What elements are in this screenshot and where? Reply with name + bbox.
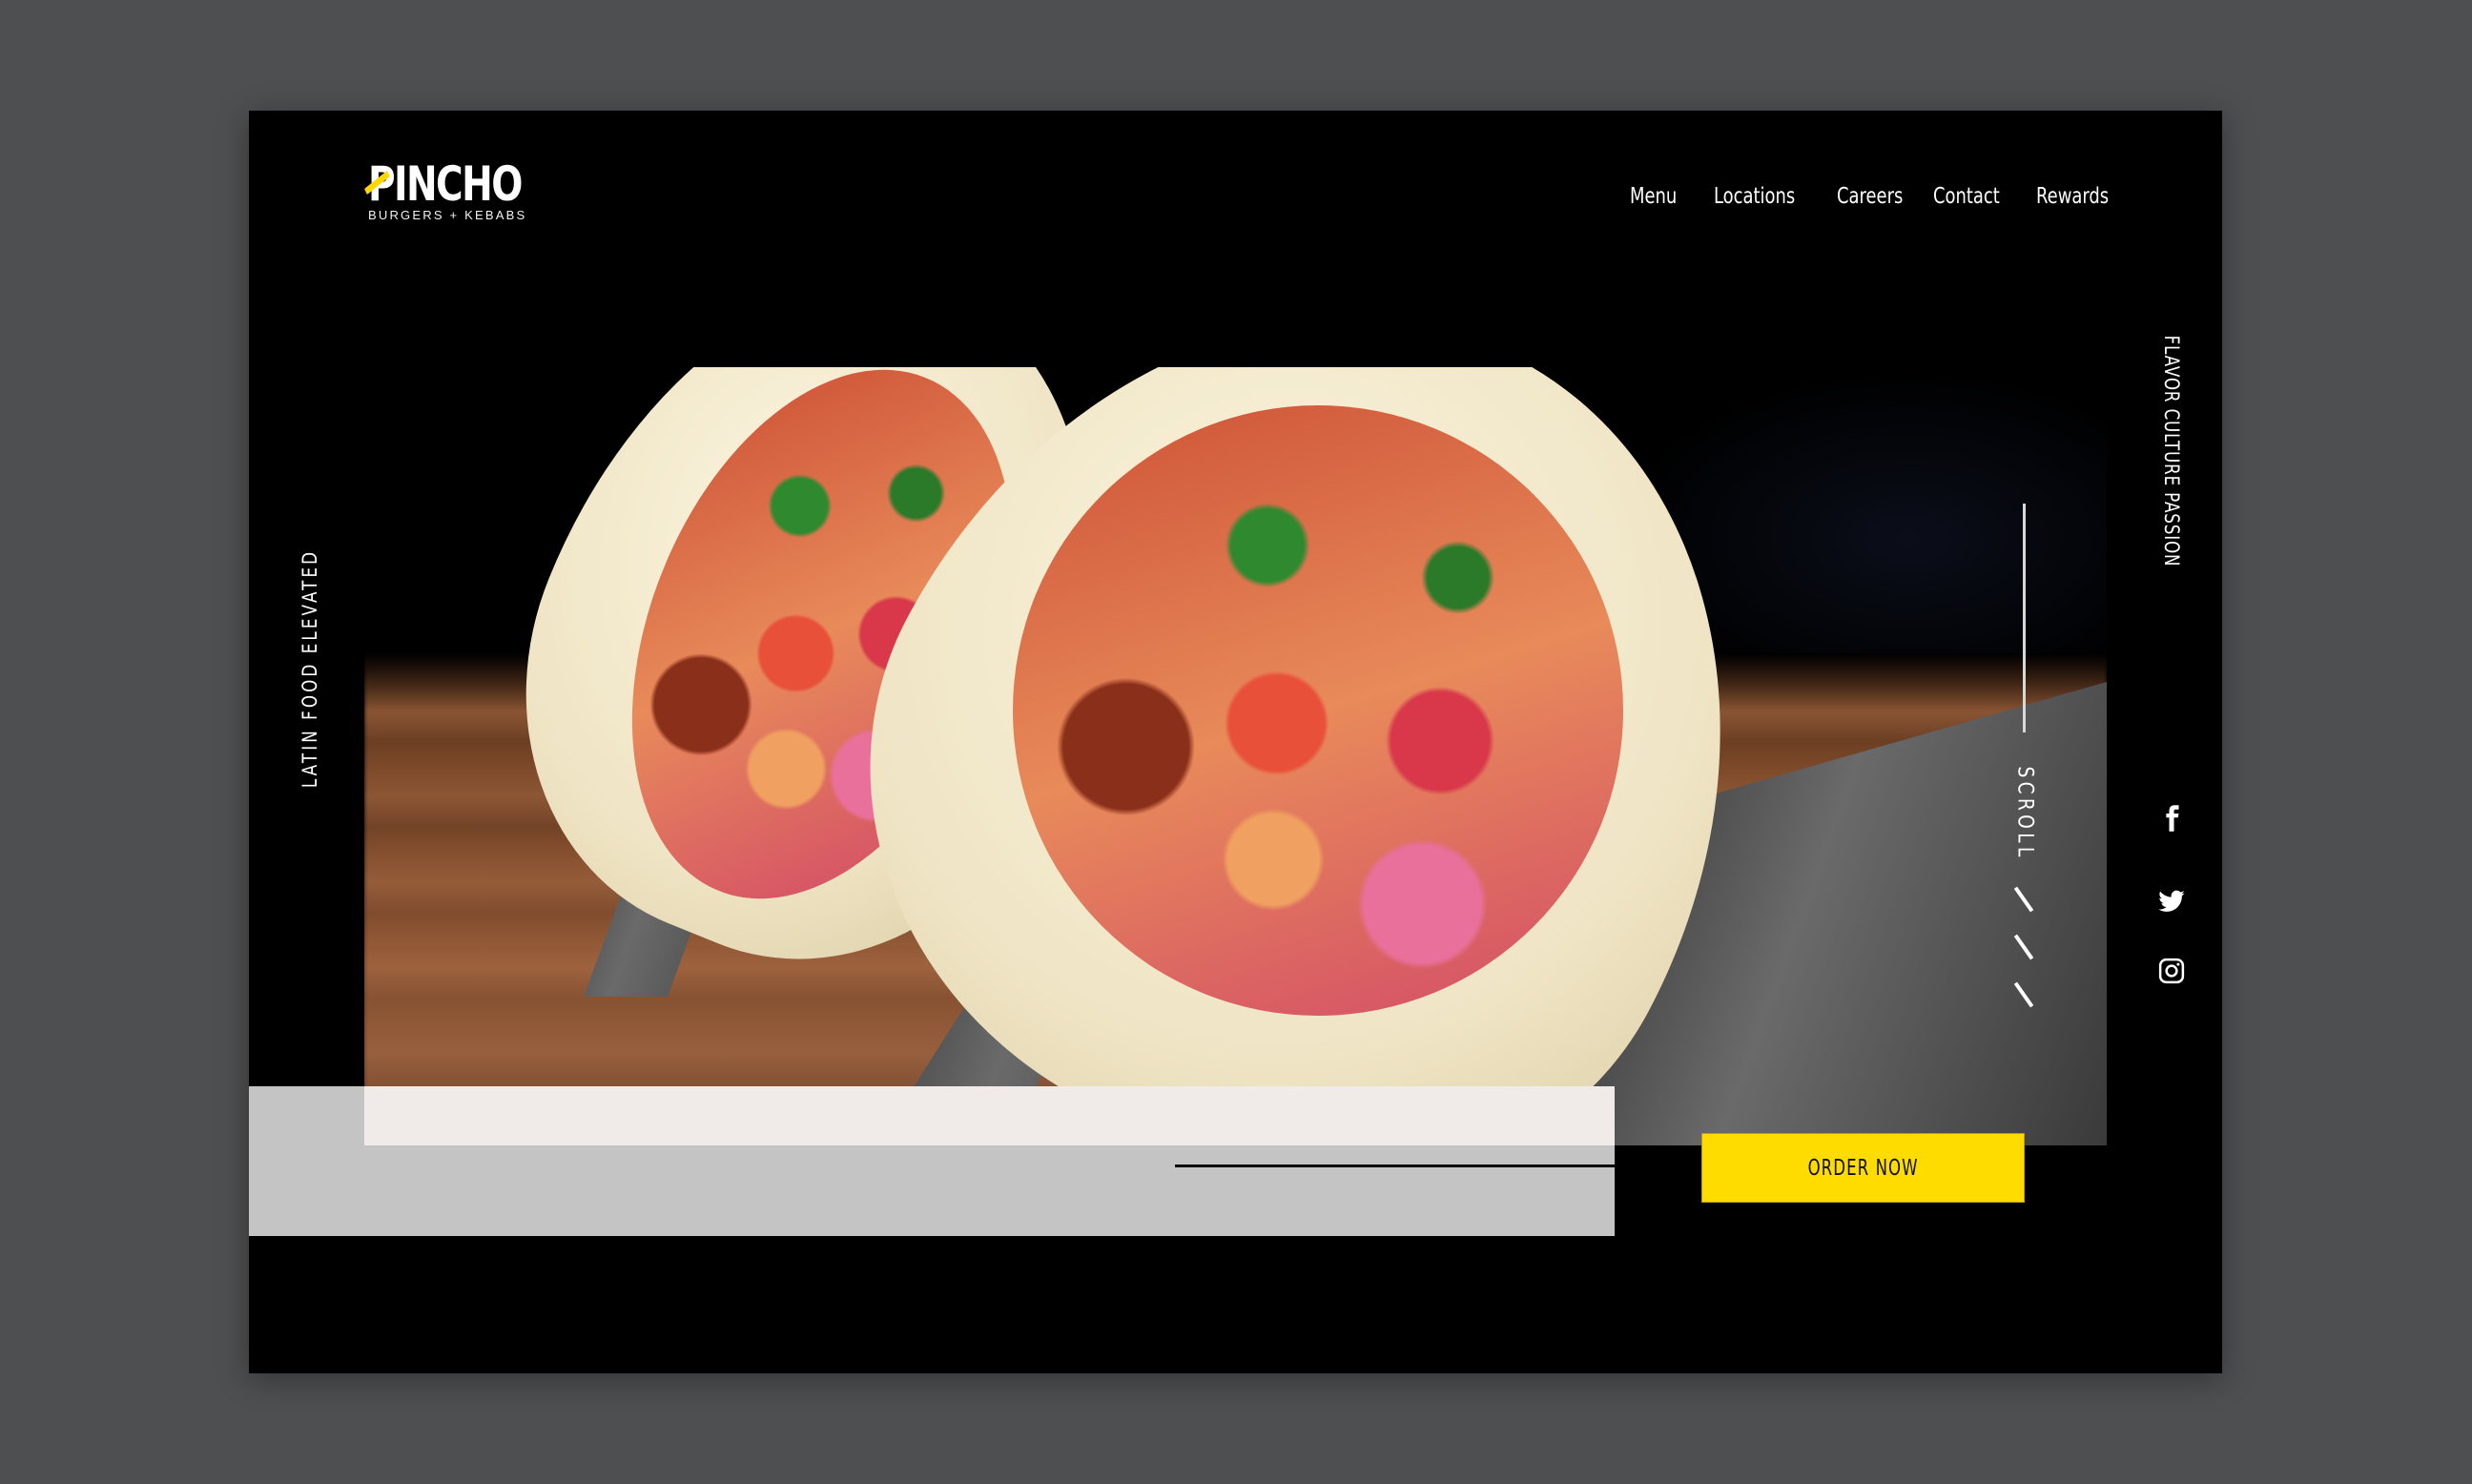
twitter-link[interactable]: [2157, 884, 2186, 918]
left-vertical-tagline: LATIN FOOD ELEVATED: [299, 548, 321, 789]
twitter-icon: [2158, 890, 2185, 912]
logo[interactable]: PINCHO BURGERS + KEBABS: [364, 156, 530, 222]
nav-careers[interactable]: Careers: [1837, 181, 1903, 212]
facebook-link[interactable]: [2157, 801, 2186, 835]
facebook-icon: [2166, 805, 2179, 832]
hero-image: [364, 367, 2107, 1145]
divider-line: [1175, 1165, 1615, 1167]
scroll-label[interactable]: SCROLL: [2013, 767, 2037, 861]
nav-locations[interactable]: Locations: [1714, 181, 1795, 212]
brand-name: PINCHO: [368, 156, 523, 212]
scroll-line: [2023, 504, 2026, 732]
order-now-button[interactable]: ORDER NOW: [1701, 1133, 2025, 1203]
instagram-icon: [2158, 958, 2185, 984]
right-vertical-tagline: FLAVOR CULTURE PASSION: [2160, 335, 2183, 567]
nav-menu[interactable]: Menu: [1630, 181, 1677, 212]
nav-rewards[interactable]: Rewards: [2036, 181, 2109, 212]
logo-wordmark: PINCHO: [364, 156, 523, 212]
order-now-label: ORDER NOW: [1807, 1155, 1919, 1181]
instagram-link[interactable]: [2157, 954, 2186, 988]
nav-contact[interactable]: Contact: [1933, 181, 2000, 212]
panel-overlay: [364, 1086, 1615, 1145]
